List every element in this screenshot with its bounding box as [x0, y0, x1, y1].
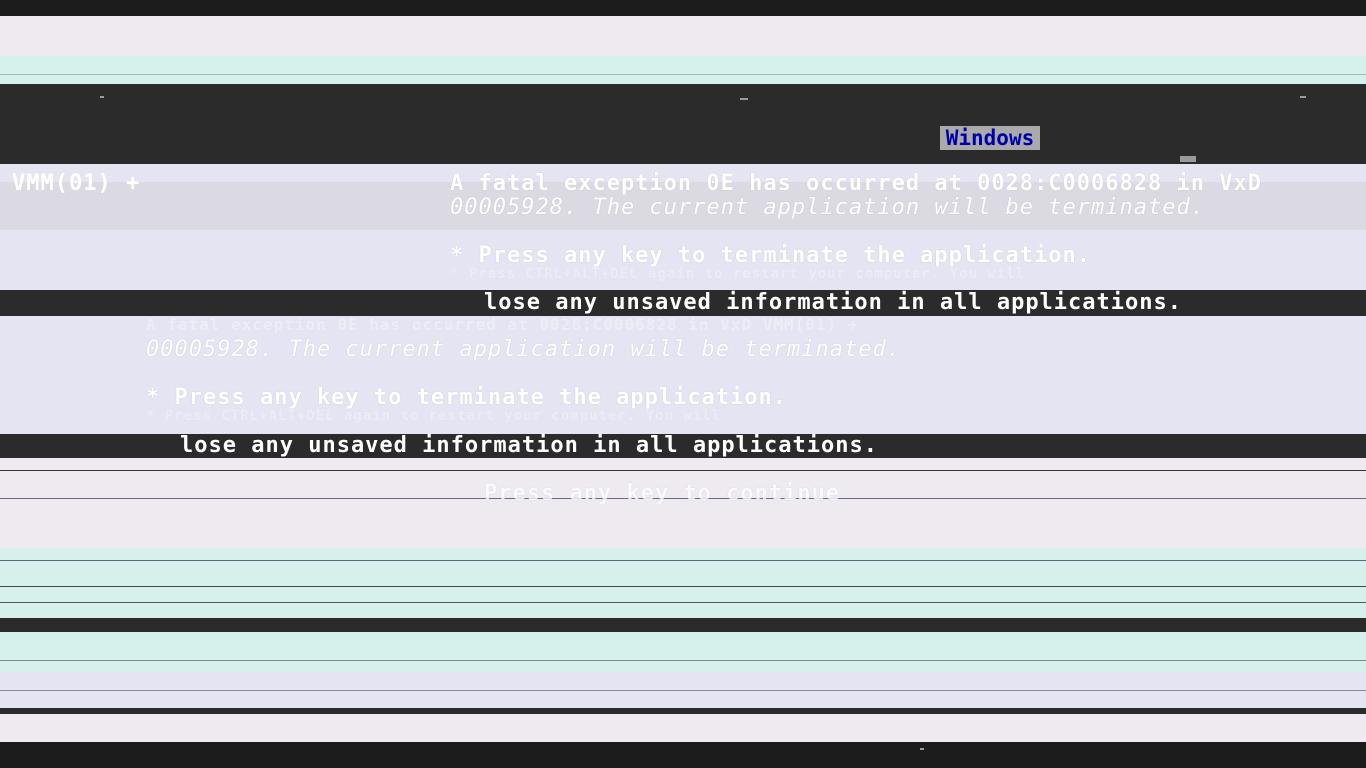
- bullet-restart-cont: lose any unsaved information in all appl…: [484, 290, 1183, 315]
- bullet-restart: * Press CTRL+ALT+DEL again to restart yo…: [450, 266, 1026, 282]
- scan-line: [0, 602, 1366, 603]
- scan-line: [0, 690, 1366, 691]
- noise-speck: [740, 98, 748, 100]
- glitch-band: [0, 84, 1366, 164]
- glitch-band: [0, 632, 1366, 672]
- glitch-band: [0, 742, 1366, 768]
- noise-speck: [1300, 96, 1306, 98]
- scan-line: [0, 560, 1366, 561]
- echo-bullet-restart-cont: lose any unsaved information in all appl…: [180, 433, 879, 458]
- noise-speck: [100, 96, 104, 98]
- glitch-band: [0, 714, 1366, 742]
- echo-bullet-terminate: * Press any key to terminate the applica…: [146, 385, 788, 410]
- glitch-band: [0, 548, 1366, 618]
- continue-prompt[interactable]: Press any key to continue: [484, 482, 840, 506]
- glitch-band: [0, 618, 1366, 632]
- noise-speck: [920, 748, 924, 750]
- echo-error-line-2: 00005928. The current application will b…: [146, 337, 901, 362]
- error-line-1: A fatal exception 0E has occurred at 002…: [450, 171, 1262, 196]
- noise-speck: [1180, 156, 1196, 162]
- scan-line: [0, 470, 1366, 471]
- error-prefix: VMM(01) +: [12, 171, 141, 196]
- scan-line: [0, 74, 1366, 75]
- glitch-band: [0, 56, 1366, 84]
- echo-error-line-1: A fatal exception 0E has occurred at 002…: [146, 315, 859, 334]
- glitch-band: [0, 16, 1366, 56]
- bullet-terminate: * Press any key to terminate the applica…: [450, 243, 1092, 268]
- corrupted-bsod-screen: Windows VMM(01) + A fatal exception 0E h…: [0, 0, 1366, 768]
- echo-bullet-restart: * Press CTRL+ALT+DEL again to restart yo…: [146, 408, 722, 424]
- error-line-2: 00005928. The current application will b…: [450, 195, 1205, 220]
- scan-line: [0, 586, 1366, 587]
- bsod-title: Windows: [940, 126, 1040, 150]
- glitch-band: [0, 0, 1366, 16]
- scan-line: [0, 660, 1366, 661]
